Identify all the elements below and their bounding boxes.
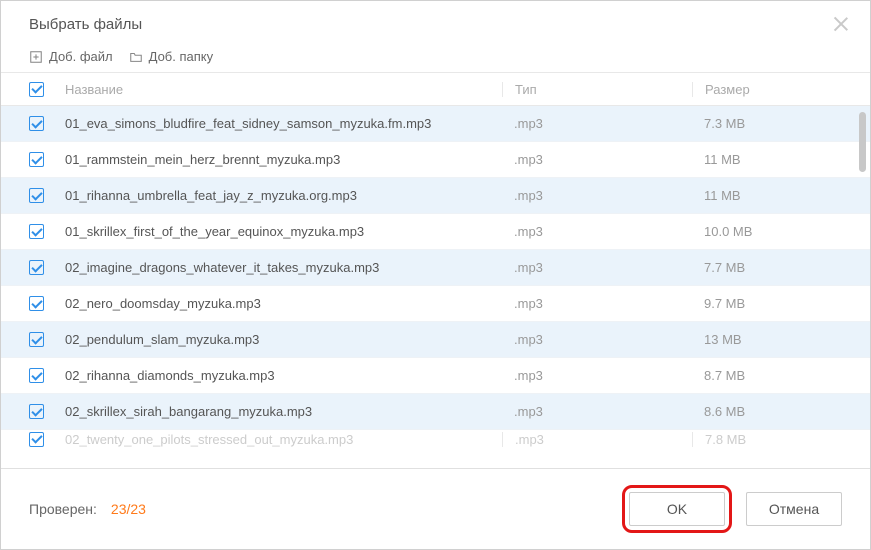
row-checkbox[interactable] <box>29 404 44 419</box>
file-type: .mp3 <box>502 332 692 347</box>
file-size: 7.7 MB <box>692 260 842 275</box>
table-row[interactable]: 02_rihanna_diamonds_myzuka.mp3.mp38.7 MB <box>1 358 870 394</box>
file-type: .mp3 <box>502 224 692 239</box>
file-select-dialog: Выбрать файлы Доб. файл Доб. папку Назва… <box>0 0 871 550</box>
file-size: 7.8 MB <box>692 432 842 447</box>
file-name: 02_imagine_dragons_whatever_it_takes_myz… <box>63 260 502 275</box>
file-size: 9.7 MB <box>692 296 842 311</box>
file-type: .mp3 <box>502 432 692 447</box>
close-icon[interactable] <box>832 15 850 33</box>
file-type: .mp3 <box>502 116 692 131</box>
col-header-type[interactable]: Тип <box>502 82 692 97</box>
footer: Проверен: 23/23 OK Отмена <box>1 468 870 549</box>
file-size: 10.0 MB <box>692 224 842 239</box>
row-checkbox[interactable] <box>29 260 44 275</box>
file-name: 02_twenty_one_pilots_stressed_out_myzuka… <box>63 432 502 447</box>
file-name: 01_rammstein_mein_herz_brennt_myzuka.mp3 <box>63 152 502 167</box>
table-header: Название Тип Размер <box>1 72 870 106</box>
file-size: 7.3 MB <box>692 116 842 131</box>
file-name: 01_skrillex_first_of_the_year_equinox_my… <box>63 224 502 239</box>
table-row[interactable]: 01_skrillex_first_of_the_year_equinox_my… <box>1 214 870 250</box>
folder-icon <box>129 50 143 64</box>
table-row[interactable]: 02_skrillex_sirah_bangarang_myzuka.mp3.m… <box>1 394 870 430</box>
ok-button[interactable]: OK <box>629 492 725 526</box>
file-type: .mp3 <box>502 404 692 419</box>
row-checkbox[interactable] <box>29 152 44 167</box>
plus-file-icon <box>29 50 43 64</box>
file-type: .mp3 <box>502 152 692 167</box>
file-name: 02_nero_doomsday_myzuka.mp3 <box>63 296 502 311</box>
file-type: .mp3 <box>502 188 692 203</box>
table-row-partial[interactable]: 02_twenty_one_pilots_stressed_out_myzuka… <box>1 430 870 448</box>
table-row[interactable]: 01_rihanna_umbrella_feat_jay_z_myzuka.or… <box>1 178 870 214</box>
row-checkbox[interactable] <box>29 116 44 131</box>
titlebar: Выбрать файлы <box>1 1 870 45</box>
table-row[interactable]: 01_eva_simons_bludfire_feat_sidney_samso… <box>1 106 870 142</box>
file-size: 13 MB <box>692 332 842 347</box>
file-type: .mp3 <box>502 260 692 275</box>
cancel-button[interactable]: Отмена <box>746 492 842 526</box>
add-file-label: Доб. файл <box>49 49 113 64</box>
col-header-name[interactable]: Название <box>63 82 502 97</box>
file-size: 8.7 MB <box>692 368 842 383</box>
file-type: .mp3 <box>502 368 692 383</box>
file-type: .mp3 <box>502 296 692 311</box>
table-row[interactable]: 02_nero_doomsday_myzuka.mp3.mp39.7 MB <box>1 286 870 322</box>
ok-highlight-ring: OK <box>622 485 732 533</box>
file-name: 02_pendulum_slam_myzuka.mp3 <box>63 332 502 347</box>
col-header-size[interactable]: Размер <box>692 82 842 97</box>
add-folder-label: Доб. папку <box>149 49 214 64</box>
add-file-button[interactable]: Доб. файл <box>29 49 113 64</box>
row-checkbox[interactable] <box>29 296 44 311</box>
file-size: 11 MB <box>692 188 842 203</box>
table-row[interactable]: 02_pendulum_slam_myzuka.mp3.mp313 MB <box>1 322 870 358</box>
table-body: 01_eva_simons_bludfire_feat_sidney_samso… <box>1 106 870 468</box>
file-name: 01_rihanna_umbrella_feat_jay_z_myzuka.or… <box>63 188 502 203</box>
select-all-checkbox[interactable] <box>29 82 44 97</box>
toolbar: Доб. файл Доб. папку <box>1 45 870 72</box>
file-name: 02_rihanna_diamonds_myzuka.mp3 <box>63 368 502 383</box>
file-size: 11 MB <box>692 152 842 167</box>
add-folder-button[interactable]: Доб. папку <box>129 49 214 64</box>
row-checkbox[interactable] <box>29 332 44 347</box>
row-checkbox[interactable] <box>29 224 44 239</box>
row-checkbox[interactable] <box>29 432 44 447</box>
file-name: 02_skrillex_sirah_bangarang_myzuka.mp3 <box>63 404 502 419</box>
scrollbar-thumb[interactable] <box>859 112 866 172</box>
checked-count: 23/23 <box>111 501 146 517</box>
file-name: 01_eva_simons_bludfire_feat_sidney_samso… <box>63 116 502 131</box>
dialog-title: Выбрать файлы <box>29 16 142 33</box>
table-row[interactable]: 02_imagine_dragons_whatever_it_takes_myz… <box>1 250 870 286</box>
row-checkbox[interactable] <box>29 368 44 383</box>
row-checkbox[interactable] <box>29 188 44 203</box>
table-row[interactable]: 01_rammstein_mein_herz_brennt_myzuka.mp3… <box>1 142 870 178</box>
file-size: 8.6 MB <box>692 404 842 419</box>
checked-label: Проверен: <box>29 501 97 517</box>
